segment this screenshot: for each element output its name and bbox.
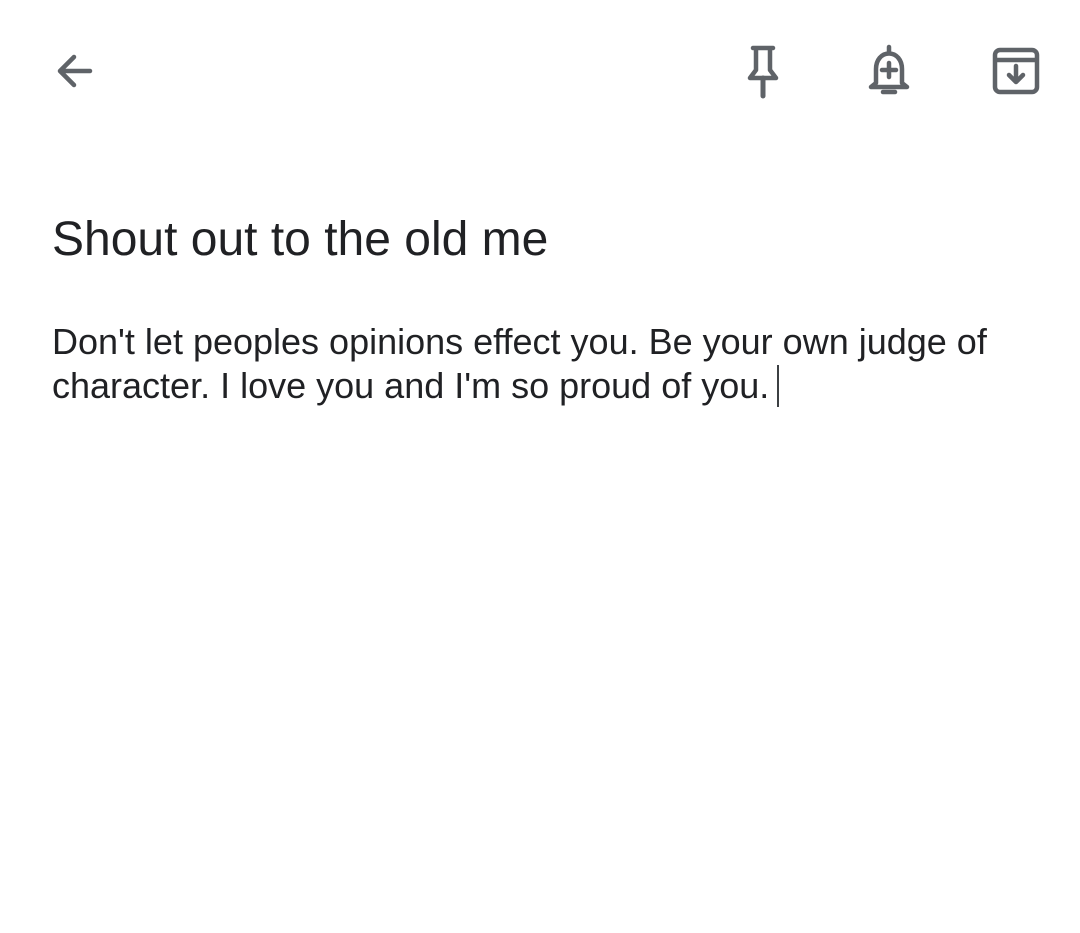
note-body-editor[interactable]: Don't let peoples opinions effect you. B… xyxy=(52,320,1042,408)
pin-button[interactable] xyxy=(727,35,799,107)
arrow-left-icon xyxy=(57,54,93,88)
note-body-text: Don't let peoples opinions effect you. B… xyxy=(52,321,987,406)
back-button[interactable] xyxy=(38,35,110,107)
archive-icon xyxy=(992,47,1040,95)
text-cursor xyxy=(777,365,780,407)
reminder-button[interactable] xyxy=(853,35,925,107)
bell-plus-icon xyxy=(868,44,910,95)
pin-icon xyxy=(747,45,779,99)
note-title[interactable]: Shout out to the old me xyxy=(52,208,1032,272)
note-toolbar xyxy=(0,0,1080,140)
archive-button[interactable] xyxy=(980,35,1052,107)
